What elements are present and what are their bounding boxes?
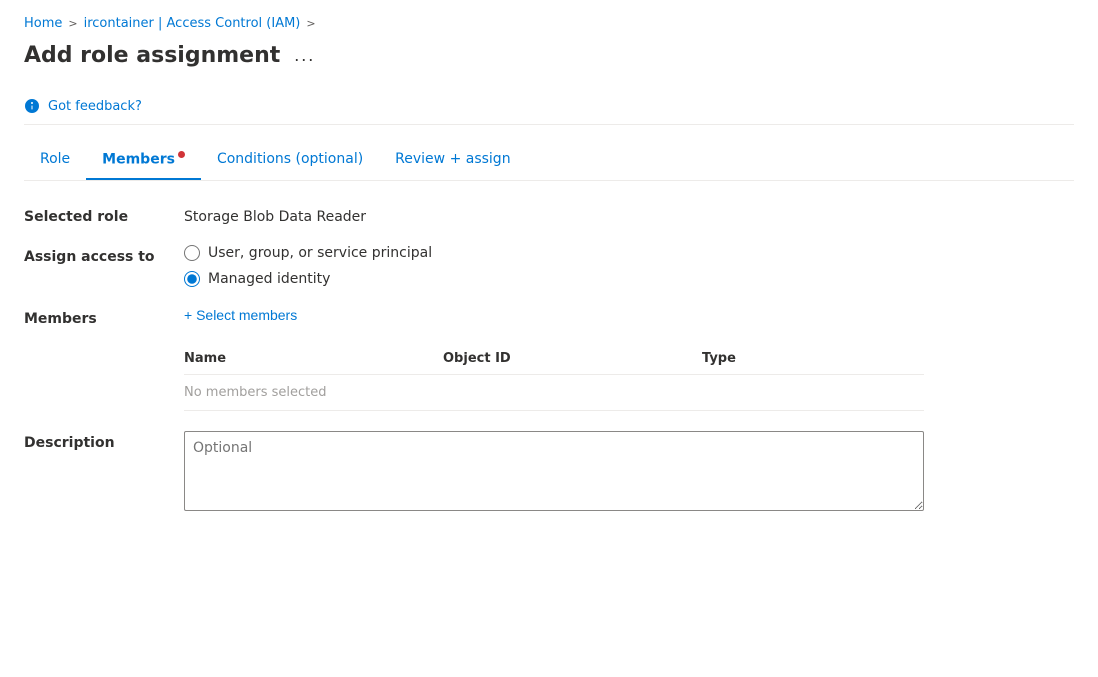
breadcrumb-home[interactable]: Home	[24, 16, 62, 31]
tab-members[interactable]: Members	[86, 141, 201, 180]
feedback-text: Got feedback?	[48, 99, 142, 114]
radio-user-option[interactable]: User, group, or service principal	[184, 245, 924, 261]
members-label: Members	[24, 307, 184, 411]
selected-role-value: Storage Blob Data Reader	[184, 205, 924, 225]
form-section: Selected role Storage Blob Data Reader A…	[24, 205, 924, 515]
assign-access-label: Assign access to	[24, 245, 184, 287]
tab-role[interactable]: Role	[24, 141, 86, 180]
feedback-icon	[24, 98, 40, 114]
breadcrumb-sep1: >	[68, 17, 77, 30]
radio-managed[interactable]	[184, 271, 200, 287]
tab-bar: Role Members Conditions (optional) Revie…	[24, 141, 1074, 181]
members-dot	[178, 151, 185, 158]
table-row-empty: No members selected	[184, 374, 924, 410]
col-name: Name	[184, 343, 443, 375]
breadcrumb-container[interactable]: ircontainer | Access Control (IAM)	[84, 16, 301, 31]
members-section: + Select members Name Object ID Type No …	[184, 307, 924, 411]
select-members-button[interactable]: + Select members	[184, 307, 924, 323]
description-textarea[interactable]	[184, 431, 924, 511]
members-table: Name Object ID Type No members selected	[184, 343, 924, 411]
page-title: Add role assignment	[24, 43, 280, 68]
description-label: Description	[24, 431, 184, 515]
feedback-bar[interactable]: Got feedback?	[24, 88, 1074, 125]
radio-user[interactable]	[184, 245, 200, 261]
radio-managed-option[interactable]: Managed identity	[184, 271, 924, 287]
tab-conditions[interactable]: Conditions (optional)	[201, 141, 379, 180]
assign-access-options: User, group, or service principal Manage…	[184, 245, 924, 287]
radio-managed-label: Managed identity	[208, 271, 330, 287]
tab-review[interactable]: Review + assign	[379, 141, 526, 180]
col-object-id: Object ID	[443, 343, 702, 375]
breadcrumb-sep2: >	[306, 17, 315, 30]
no-members-text: No members selected	[184, 374, 924, 410]
breadcrumb: Home > ircontainer | Access Control (IAM…	[24, 16, 1074, 31]
selected-role-label: Selected role	[24, 205, 184, 225]
description-container	[184, 431, 924, 515]
radio-user-label: User, group, or service principal	[208, 245, 432, 261]
page-title-row: Add role assignment ...	[24, 43, 1074, 68]
more-options-button[interactable]: ...	[290, 45, 319, 66]
col-type: Type	[702, 343, 924, 375]
